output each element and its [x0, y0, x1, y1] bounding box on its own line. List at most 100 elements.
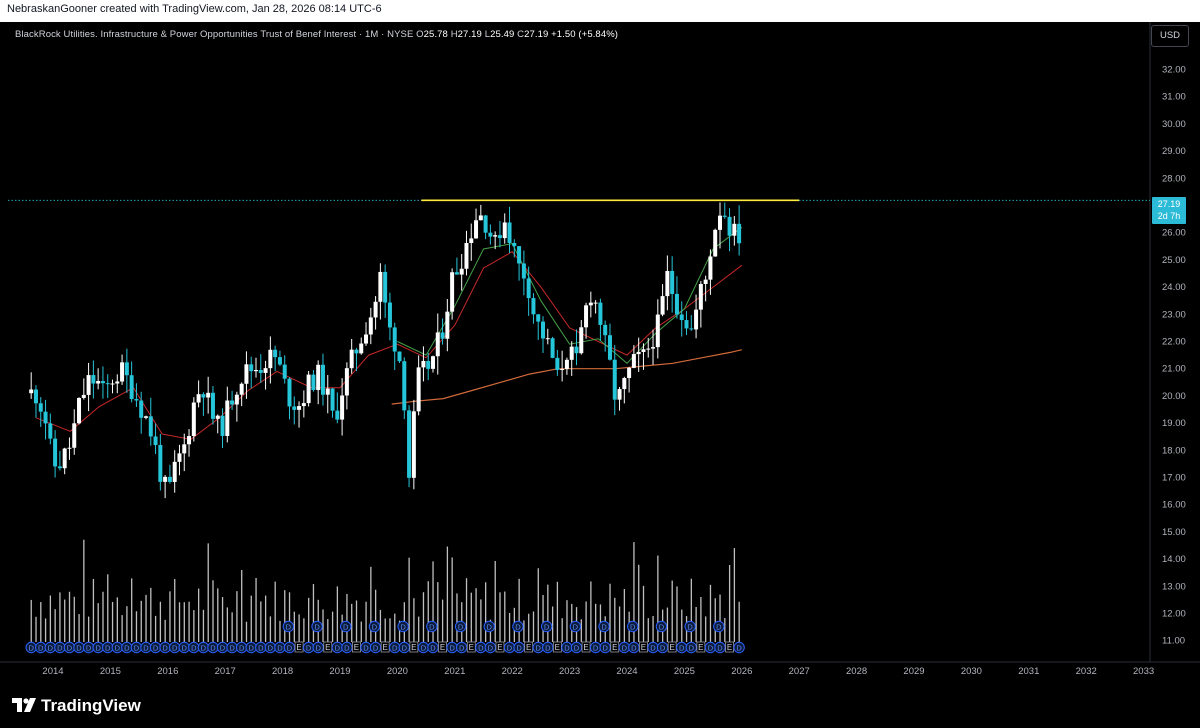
volume-bar — [647, 618, 649, 642]
candle-body — [268, 349, 273, 369]
attribution-text: NebraskanGooner created with TradingView… — [7, 3, 382, 15]
volume-bar — [269, 616, 272, 642]
volume-bar — [212, 580, 214, 642]
volume-bar — [360, 621, 362, 642]
candle-body — [225, 400, 230, 436]
volume-bar — [719, 594, 721, 642]
volume-bar — [728, 565, 731, 642]
dividend-marker-label: D — [28, 644, 34, 653]
last-price-value: 27.19 — [1157, 199, 1181, 209]
dividend-marker-label: D — [602, 644, 608, 653]
candle-body — [177, 453, 182, 462]
volume-bar — [97, 603, 99, 642]
candle-body — [139, 400, 144, 418]
volume-bar — [475, 588, 477, 642]
candle-body — [426, 360, 431, 369]
volume-bar — [54, 609, 56, 642]
volume-bar — [274, 581, 276, 642]
candle-body — [134, 398, 139, 401]
candle-body — [407, 410, 412, 478]
volume-bar — [551, 606, 554, 642]
currency-button[interactable]: USD — [1151, 25, 1189, 47]
volume-bar — [68, 591, 71, 642]
earnings-marker-label: E — [583, 643, 588, 652]
volume-bar — [116, 597, 118, 642]
volume-bar — [202, 609, 205, 642]
candle-body — [48, 423, 53, 439]
dividend-marker-label: D — [400, 623, 406, 632]
volume-bar — [331, 611, 334, 642]
candle-body — [230, 400, 235, 405]
candle-body — [478, 215, 483, 221]
dividend-marker-label: D — [373, 644, 379, 653]
candle-body — [612, 359, 617, 400]
volume-bar — [518, 578, 520, 642]
dividend-marker-label: D — [478, 644, 484, 653]
volume-bar — [580, 619, 582, 642]
volume-bar — [427, 581, 429, 642]
candle-body — [598, 302, 603, 325]
dividend-marker-label: D — [659, 623, 665, 632]
x-tick-label: 2015 — [100, 666, 121, 677]
candle-body — [263, 368, 268, 373]
price-chart[interactable]: 32.0031.0030.0029.0028.0027.0026.0025.00… — [0, 22, 1200, 688]
candle-body — [110, 383, 115, 385]
y-tick-label: 16.00 — [1162, 500, 1186, 511]
y-tick-label: 25.00 — [1162, 255, 1186, 266]
dividend-marker-label: D — [507, 644, 513, 653]
candle-body — [737, 223, 742, 244]
volume-bar — [35, 616, 37, 642]
footer: TradingView — [0, 688, 1200, 728]
candle-body — [392, 327, 397, 352]
dividend-marker-label: D — [268, 644, 274, 653]
dividend-marker-label: D — [124, 644, 130, 653]
y-tick-label: 31.00 — [1162, 92, 1186, 103]
candle-body — [383, 271, 388, 303]
volume-bar — [695, 606, 697, 642]
dividend-marker-label: D — [105, 644, 111, 653]
volume-bar — [78, 614, 80, 642]
volume-bar — [64, 599, 66, 642]
dividend-marker-label: D — [229, 644, 235, 653]
y-tick-label: 18.00 — [1162, 445, 1186, 456]
candle-body — [526, 278, 531, 299]
candle-body — [115, 381, 120, 384]
volume-bar — [542, 595, 544, 642]
volume-bar — [437, 582, 439, 642]
volume-bar — [441, 599, 444, 642]
candle-body — [564, 359, 569, 370]
volume-bar — [221, 597, 224, 642]
candle-body — [172, 461, 177, 482]
volume-bar — [508, 612, 511, 642]
candle-body — [359, 343, 364, 354]
candle-body — [631, 354, 636, 368]
x-tick-label: 2023 — [559, 666, 580, 677]
volume-bar — [49, 595, 52, 642]
volume-bar — [260, 601, 262, 642]
candle-body — [196, 394, 201, 403]
volume-bar — [87, 616, 90, 642]
volume-bar — [245, 621, 248, 642]
candle-body — [100, 381, 105, 384]
candle-body — [354, 349, 359, 354]
candle-body — [143, 416, 148, 418]
x-tick-label: 2028 — [846, 666, 867, 677]
volume-bar — [485, 582, 487, 642]
candle-body — [244, 364, 249, 384]
candle-body — [521, 263, 526, 279]
dividend-marker-label: D — [430, 644, 436, 653]
volume-bar — [159, 601, 162, 642]
y-tick-label: 17.00 — [1162, 473, 1186, 484]
candle-body — [191, 402, 196, 437]
x-tick-label: 2017 — [215, 666, 236, 677]
dividend-marker-label: D — [372, 623, 378, 632]
candle-body — [81, 394, 86, 398]
dividend-marker-label: D — [286, 623, 292, 632]
candle-body — [148, 416, 153, 437]
volume-bar — [131, 578, 133, 642]
candle-body — [627, 367, 632, 379]
candle-body — [167, 476, 172, 482]
dividend-marker-label: D — [314, 623, 320, 632]
volume-bar — [532, 611, 535, 642]
chart-area[interactable]: 32.0031.0030.0029.0028.0027.0026.0025.00… — [0, 22, 1200, 688]
